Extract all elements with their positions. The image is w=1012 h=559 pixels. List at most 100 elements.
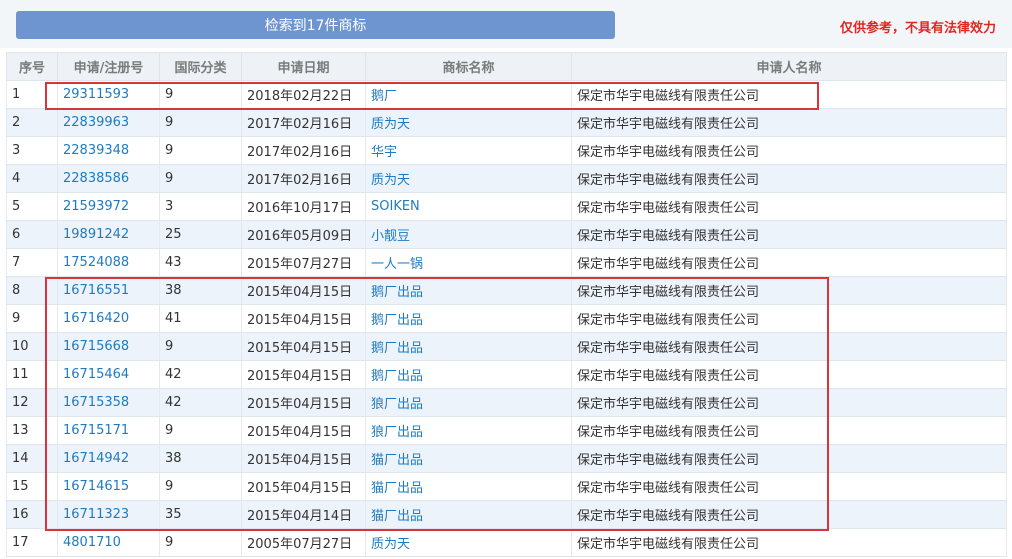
trademark-name-link[interactable]: 质为天 bbox=[371, 537, 410, 552]
application-date-cell: 2015年07月27日 bbox=[247, 257, 353, 272]
application-date-cell: 2015年04月15日 bbox=[241, 416, 366, 445]
registration-number-cell: 16715668 bbox=[57, 332, 160, 361]
international-class-cell: 9 bbox=[159, 332, 242, 361]
trademark-name-link[interactable]: 鹅厂出品 bbox=[371, 285, 423, 300]
applicant-name-cell: 保定市华宇电磁线有限责任公司 bbox=[577, 481, 760, 496]
table-row: 4 22838586 9 2017年02月16日 质为天 保定市华宇电磁线有限责任公司 bbox=[6, 164, 1007, 193]
registration-number-link[interactable]: 16711323 bbox=[63, 507, 129, 522]
registration-number-link[interactable]: 22839348 bbox=[63, 143, 129, 158]
trademark-name-cell: 鹅厂 bbox=[365, 80, 572, 109]
registration-number-cell: 17524088 bbox=[57, 248, 160, 277]
registration-number-link[interactable]: 16714942 bbox=[63, 451, 129, 466]
applicant-name-cell: 保定市华宇电磁线有限责任公司 bbox=[577, 145, 760, 160]
row-number-cell: 8 bbox=[12, 283, 21, 298]
trademark-name-link[interactable]: 鹅厂出品 bbox=[371, 369, 423, 384]
applicant-name-cell: 保定市华宇电磁线有限责任公司 bbox=[577, 509, 760, 524]
trademark-name-link[interactable]: 一人一锅 bbox=[371, 257, 423, 272]
registration-number-link[interactable]: 22838586 bbox=[63, 171, 129, 186]
application-date-cell: 2015年04月15日 bbox=[247, 453, 353, 468]
trademark-name-cell: 鹅厂出品 bbox=[365, 332, 572, 361]
applicant-name-cell: 保定市华宇电磁线有限责任公司 bbox=[577, 453, 760, 468]
trademark-name-link[interactable]: 猫厂出品 bbox=[371, 453, 423, 468]
international-class-cell: 3 bbox=[159, 192, 242, 221]
trademark-name-link[interactable]: 鹅厂出品 bbox=[371, 313, 423, 328]
registration-number-cell: 4801710 bbox=[57, 528, 160, 557]
international-class-cell: 9 bbox=[159, 472, 242, 501]
column-header-trademark-name: 商标名称 bbox=[365, 52, 572, 81]
trademark-name-link[interactable]: 小靓豆 bbox=[371, 229, 410, 244]
international-class-cell: 9 bbox=[165, 87, 174, 102]
search-results-button[interactable]: 检索到17件商标 bbox=[16, 11, 615, 39]
trademark-name-link[interactable]: 猫厂出品 bbox=[371, 509, 423, 524]
applicant-name-cell: 保定市华宇电磁线有限责任公司 bbox=[577, 89, 760, 104]
international-class-cell: 38 bbox=[159, 444, 242, 473]
registration-number-link[interactable]: 29311593 bbox=[63, 87, 129, 102]
applicant-name-cell: 保定市华宇电磁线有限责任公司 bbox=[571, 472, 1007, 501]
registration-number-link[interactable]: 22839963 bbox=[63, 115, 129, 130]
registration-number-link[interactable]: 16715358 bbox=[63, 395, 129, 410]
row-number-cell: 9 bbox=[12, 311, 21, 326]
registration-number-link[interactable]: 16715668 bbox=[63, 339, 129, 354]
trademark-name-cell: 猫厂出品 bbox=[365, 444, 572, 473]
trademark-name-link[interactable]: 质为天 bbox=[371, 173, 410, 188]
trademark-name-link[interactable]: 狼厂出品 bbox=[371, 425, 423, 440]
registration-number-link[interactable]: 21593972 bbox=[63, 199, 129, 214]
application-date-cell: 2015年04月15日 bbox=[241, 472, 366, 501]
trademark-name-link[interactable]: 狼厂出品 bbox=[371, 397, 423, 412]
international-class-cell: 9 bbox=[165, 171, 174, 186]
trademark-name-link[interactable]: 猫厂出品 bbox=[371, 481, 423, 496]
table-row: 16 16711323 35 2015年04月14日 猫厂出品 保定市华宇电磁线有限责任公… bbox=[6, 500, 1007, 529]
registration-number-link[interactable]: 16716420 bbox=[63, 311, 129, 326]
row-number-cell: 17 bbox=[6, 528, 58, 557]
row-number-cell: 17 bbox=[12, 535, 29, 550]
table-row: 14 16714942 38 2015年04月15日 猫厂出品 保定市华宇电磁线有限责任公… bbox=[6, 444, 1007, 473]
registration-number-cell: 16716551 bbox=[57, 276, 160, 305]
table-body: 1 29311593 9 2018年02月22日 鹅厂 保定市华宇电磁线有限责任公司 2 22… bbox=[6, 80, 1007, 557]
trademark-name-cell: 质为天 bbox=[365, 528, 572, 557]
international-class-cell: 9 bbox=[159, 164, 242, 193]
registration-number-link[interactable]: 16715171 bbox=[63, 423, 129, 438]
international-class-cell: 25 bbox=[159, 220, 242, 249]
trademark-name-link[interactable]: 质为天 bbox=[371, 117, 410, 132]
trademark-name-link[interactable]: 华宇 bbox=[371, 145, 397, 160]
registration-number-link[interactable]: 16716551 bbox=[63, 283, 129, 298]
registration-number-link[interactable]: 16715464 bbox=[63, 367, 129, 382]
trademark-name-link[interactable]: SOIKEN bbox=[371, 199, 420, 214]
disclaimer-text: 仅供参考，不具有法律效力 bbox=[839, 21, 996, 36]
international-class-cell: 43 bbox=[165, 255, 182, 270]
row-number-cell: 4 bbox=[12, 171, 21, 186]
application-date-cell: 2015年04月15日 bbox=[247, 397, 353, 412]
row-number-cell: 14 bbox=[12, 451, 29, 466]
row-number-cell: 6 bbox=[12, 227, 21, 242]
registration-number-cell: 16715464 bbox=[57, 360, 160, 389]
trademark-name-link[interactable]: 鹅厂出品 bbox=[371, 341, 423, 356]
applicant-name-cell: 保定市华宇电磁线有限责任公司 bbox=[577, 397, 760, 412]
application-date-cell: 2018年02月22日 bbox=[241, 80, 366, 109]
trademark-name-cell: SOIKEN bbox=[365, 192, 572, 221]
registration-number-link[interactable]: 16714615 bbox=[63, 479, 129, 494]
applicant-name-cell: 保定市华宇电磁线有限责任公司 bbox=[577, 173, 760, 188]
applicant-name-cell: 保定市华宇电磁线有限责任公司 bbox=[577, 285, 760, 300]
row-number-cell: 8 bbox=[6, 276, 58, 305]
applicant-name-cell: 保定市华宇电磁线有限责任公司 bbox=[577, 313, 760, 328]
row-number-cell: 4 bbox=[6, 164, 58, 193]
row-number-cell: 14 bbox=[6, 444, 58, 473]
row-number-cell: 15 bbox=[6, 472, 58, 501]
table-row: 11 16715464 42 2015年04月15日 鹅厂出品 保定市华宇电磁线有限责任公… bbox=[6, 360, 1007, 389]
registration-number-cell: 16714615 bbox=[57, 472, 160, 501]
trademark-name-cell: 华宇 bbox=[365, 136, 572, 165]
application-date-cell: 2005年07月27日 bbox=[241, 528, 366, 557]
table-row: 9 16716420 41 2015年04月15日 鹅厂出品 保定市华宇电磁线有限责任公司 bbox=[6, 304, 1007, 333]
applicant-name-cell: 保定市华宇电磁线有限责任公司 bbox=[571, 220, 1007, 249]
row-number-cell: 12 bbox=[12, 395, 29, 410]
international-class-cell: 25 bbox=[165, 227, 182, 242]
registration-number-link[interactable]: 4801710 bbox=[63, 535, 121, 550]
international-class-cell: 35 bbox=[159, 500, 242, 529]
row-number-cell: 13 bbox=[12, 423, 29, 438]
registration-number-link[interactable]: 19891242 bbox=[63, 227, 129, 242]
registration-number-link[interactable]: 17524088 bbox=[63, 255, 129, 270]
trademark-name-link[interactable]: 鹅厂 bbox=[371, 89, 397, 104]
results-header-bar: 检索到17件商标 仅供参考，不具有法律效力 bbox=[0, 0, 1012, 48]
column-header-international-class: 国际分类 bbox=[159, 52, 242, 81]
application-date-cell: 2015年04月15日 bbox=[247, 481, 353, 496]
